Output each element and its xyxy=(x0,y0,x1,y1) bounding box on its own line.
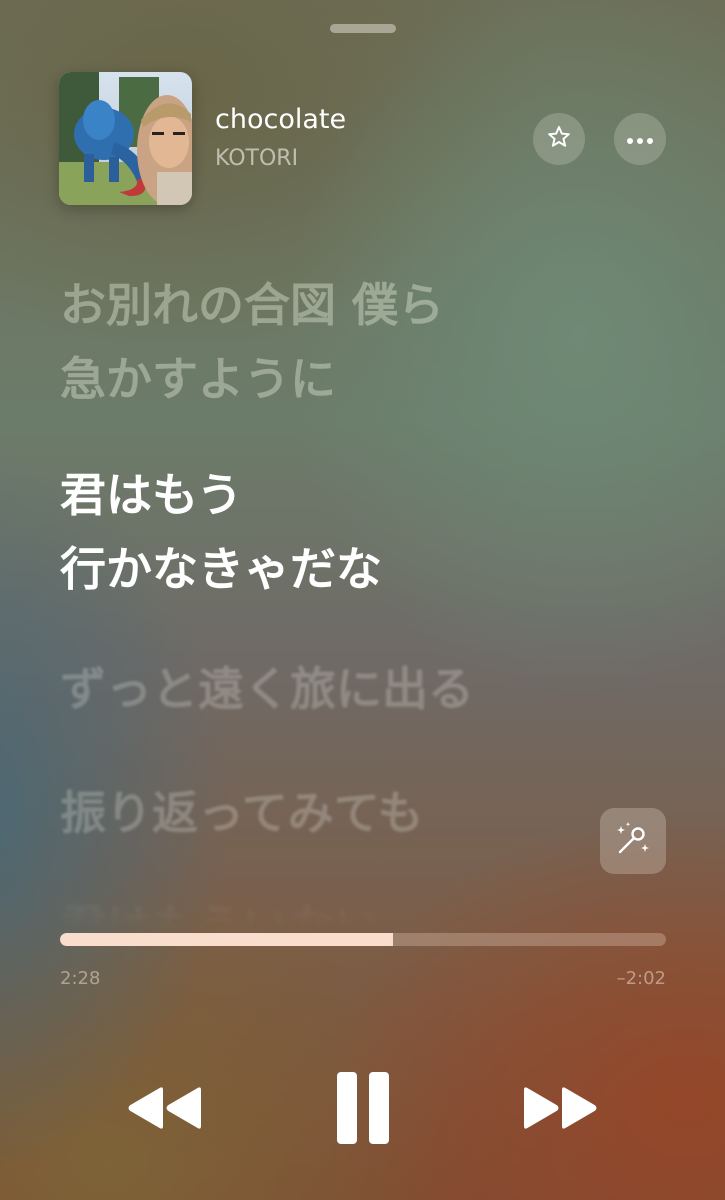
sing-microphone-icon xyxy=(614,820,652,862)
lyric-line[interactable]: 君はもういない xyxy=(60,890,381,928)
star-icon xyxy=(546,124,572,154)
sing-button[interactable] xyxy=(600,808,666,874)
pause-icon xyxy=(335,1070,391,1150)
sheet-grabber[interactable] xyxy=(330,24,396,33)
album-artwork xyxy=(59,72,192,205)
next-button[interactable] xyxy=(520,1085,600,1135)
fast-forward-icon xyxy=(522,1086,598,1134)
lyric-line-current[interactable]: 行かなきゃだな xyxy=(60,532,382,606)
ellipsis-icon xyxy=(626,130,654,149)
lyric-line[interactable]: お別れの合図 僕ら xyxy=(60,268,444,342)
lyric-line[interactable]: ずっと遠く旅に出る xyxy=(60,652,474,726)
lyric-line[interactable]: 急かすように xyxy=(60,342,336,416)
previous-button[interactable] xyxy=(125,1085,205,1135)
favorite-button[interactable] xyxy=(533,113,585,165)
track-title[interactable]: chocolate xyxy=(215,104,346,135)
lyrics-view[interactable]: お別れの合図 僕ら 急かすように 君はもう 行かなきゃだな ずっと遠く旅に出る … xyxy=(60,268,680,928)
playback-progress-fill xyxy=(60,933,394,946)
play-pause-button[interactable] xyxy=(328,1070,398,1150)
more-options-button[interactable] xyxy=(614,113,666,165)
track-artist[interactable]: KOTORI xyxy=(215,146,298,171)
playback-scrubber[interactable] xyxy=(60,933,666,946)
lyric-line[interactable]: 振り返ってみても xyxy=(60,776,423,850)
rewind-icon xyxy=(127,1086,203,1134)
elapsed-time: 2:28 xyxy=(60,968,101,989)
remaining-time: –2:02 xyxy=(616,968,666,989)
lyric-line-current[interactable]: 君はもう xyxy=(60,458,243,532)
